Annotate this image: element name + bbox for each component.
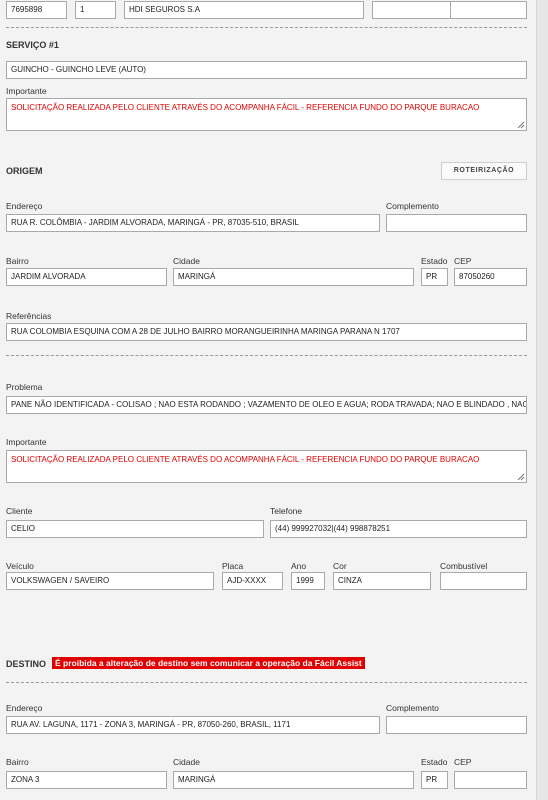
problem-important-label: Importante	[6, 437, 47, 447]
color-field[interactable]: CINZA	[333, 572, 431, 590]
plate-field[interactable]: AJD-XXXX	[222, 572, 283, 590]
destination-state-field[interactable]: PR	[421, 771, 448, 789]
year-field[interactable]: 1999	[291, 572, 325, 590]
vehicle-label: Veículo	[6, 561, 34, 571]
phone-label: Telefone	[270, 506, 303, 516]
origin-address-field[interactable]: RUA R. COLÔMBIA - JARDIM ALVORADA, MARIN…	[6, 214, 380, 232]
service-important-label: Importante	[6, 86, 47, 96]
resize-grip-icon[interactable]	[517, 473, 525, 481]
destination-cep-label: CEP	[454, 757, 472, 767]
client-label: Cliente	[6, 506, 33, 516]
route-button[interactable]: ROTEIRIZAÇÃO	[441, 162, 527, 180]
service-number-field[interactable]: 1	[75, 1, 116, 19]
year-label: Ano	[291, 561, 307, 571]
divider	[6, 27, 527, 28]
service-title: SERVIÇO #1	[6, 40, 59, 50]
destination-city-label: Cidade	[173, 757, 200, 767]
origin-cep-field[interactable]: 87050260	[454, 268, 527, 286]
top-extra-field-1[interactable]	[372, 1, 451, 19]
service-form: 7695898 1 HDI SEGUROS S.A SERVIÇO #1 GUI…	[0, 0, 536, 800]
origin-neighborhood-label: Bairro	[6, 256, 29, 266]
phone-field[interactable]: (44) 999927032|(44) 998878251	[270, 520, 527, 538]
destination-city-field[interactable]: MARINGÁ	[173, 771, 414, 789]
origin-city-field[interactable]: MARINGÁ	[173, 268, 414, 286]
origin-state-field[interactable]: PR	[421, 268, 448, 286]
problem-field[interactable]: PANE NÃO IDENTIFICADA - COLISAO ; NAO ES…	[6, 396, 527, 414]
vehicle-field[interactable]: VOLKSWAGEN / SAVEIRO	[6, 572, 214, 590]
origin-title: ORIGEM	[6, 166, 43, 176]
origin-references-field[interactable]: RUA COLOMBIA ESQUINA COM A 28 DE JULHO B…	[6, 323, 527, 341]
origin-state-label: Estado	[421, 256, 448, 266]
client-field[interactable]: CELIO	[6, 520, 264, 538]
origin-address-label: Endereço	[6, 201, 43, 211]
problem-important-text: SOLICITAÇÃO REALIZADA PELO CLIENTE ATRAV…	[11, 455, 480, 464]
destination-warning-badge: É proibida a alteração de destino sem co…	[52, 657, 365, 669]
company-field[interactable]: HDI SEGUROS S.A	[124, 1, 364, 19]
destination-neighborhood-field[interactable]: ZONA 3	[6, 771, 167, 789]
service-important-textarea[interactable]: SOLICITAÇÃO REALIZADA PELO CLIENTE ATRAV…	[6, 98, 527, 131]
destination-state-label: Estado	[421, 757, 448, 767]
destination-complement-field[interactable]	[386, 716, 527, 734]
color-label: Cor	[333, 561, 347, 571]
origin-cep-label: CEP	[454, 256, 472, 266]
destination-address-label: Endereço	[6, 703, 43, 713]
plate-label: Placa	[222, 561, 244, 571]
origin-references-label: Referências	[6, 311, 52, 321]
problem-important-textarea[interactable]: SOLICITAÇÃO REALIZADA PELO CLIENTE ATRAV…	[6, 450, 527, 483]
origin-complement-field[interactable]	[386, 214, 527, 232]
fuel-field[interactable]	[440, 572, 527, 590]
destination-complement-label: Complemento	[386, 703, 439, 713]
service-important-text: SOLICITAÇÃO REALIZADA PELO CLIENTE ATRAV…	[11, 103, 480, 112]
divider	[6, 682, 527, 683]
vertical-scrollbar[interactable]	[536, 0, 548, 800]
destination-address-field[interactable]: RUA AV. LAGUNA, 1171 - ZONA 3, MARINGÁ -…	[6, 716, 380, 734]
divider	[6, 355, 527, 356]
destination-neighborhood-label: Bairro	[6, 757, 29, 767]
destination-title: DESTINO	[6, 659, 47, 669]
destination-cep-field[interactable]	[454, 771, 527, 789]
resize-grip-icon[interactable]	[517, 121, 525, 129]
origin-city-label: Cidade	[173, 256, 200, 266]
top-extra-field-2[interactable]	[450, 1, 527, 19]
origin-complement-label: Complemento	[386, 201, 439, 211]
fuel-label: Combustível	[440, 561, 488, 571]
origin-neighborhood-field[interactable]: JARDIM ALVORADA	[6, 268, 167, 286]
problem-label: Problema	[6, 382, 43, 392]
protocol-field[interactable]: 7695898	[6, 1, 67, 19]
service-type-field[interactable]: GUINCHO - GUINCHO LEVE (AUTO)	[6, 61, 527, 79]
